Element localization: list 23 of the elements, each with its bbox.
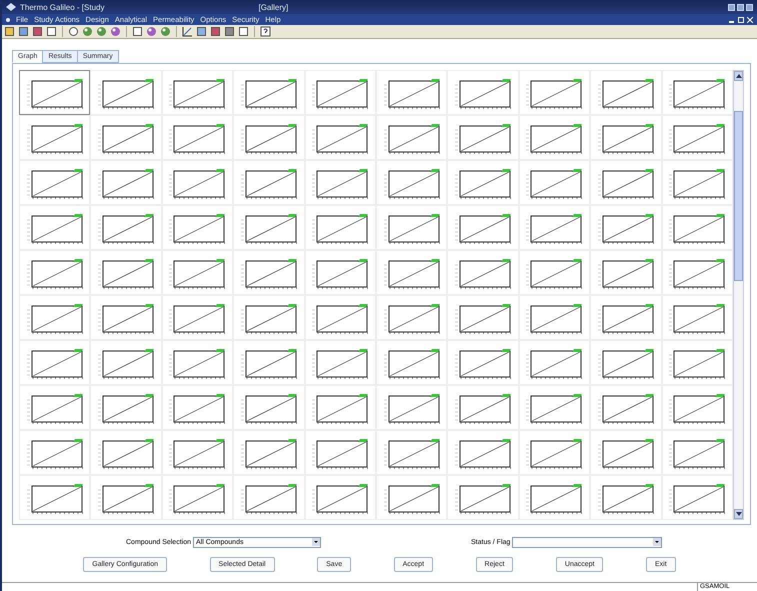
down-arrow-icon[interactable] — [736, 512, 742, 516]
restore-icon[interactable] — [738, 16, 744, 22]
page-icon[interactable] — [46, 26, 57, 37]
close-icon[interactable] — [747, 16, 753, 22]
window-title: Thermo Galileo - [Study — [20, 2, 104, 12]
maximize-button[interactable] — [737, 4, 744, 10]
circle-icon[interactable] — [68, 26, 79, 37]
page-icon[interactable] — [238, 26, 249, 37]
document-title: [Gallery] — [258, 2, 288, 12]
up-arrow-icon[interactable] — [736, 74, 742, 78]
app-logo-icon — [6, 3, 16, 11]
minimize-button[interactable] — [728, 4, 735, 10]
scroll-thumb[interactable] — [734, 111, 743, 281]
help-icon[interactable] — [260, 26, 271, 37]
close-button[interactable] — [746, 4, 753, 10]
dropdown-arrow-icon[interactable] — [312, 538, 320, 546]
page-icon[interactable] — [132, 26, 143, 37]
scrollbar[interactable] — [733, 70, 744, 520]
dropdown-field[interactable] — [512, 536, 662, 548]
thumbnail-cell[interactable] — [19, 70, 90, 115]
dropdown-arrow-icon[interactable] — [653, 538, 662, 546]
chart-icon[interactable] — [182, 26, 193, 37]
menu-icon[interactable] — [6, 18, 10, 22]
